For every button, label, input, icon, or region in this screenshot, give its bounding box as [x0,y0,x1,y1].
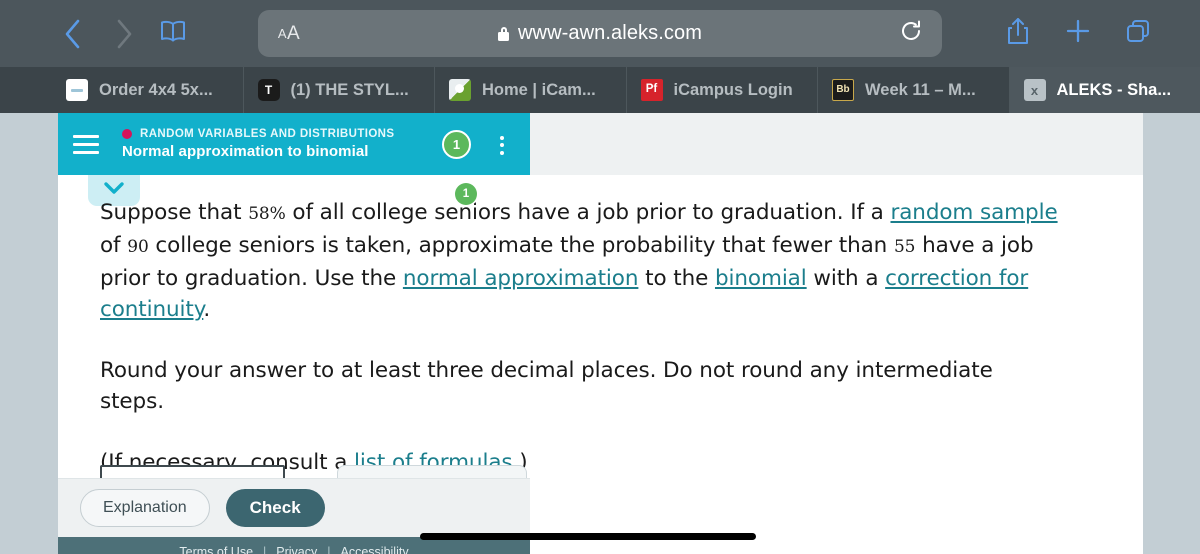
show-tabs-button[interactable] [1116,10,1160,57]
q1-part-d: college seniors is taken, approximate th… [148,233,894,258]
q1-part-b: of all college seniors have a job prior … [285,200,891,225]
progress-badge[interactable]: 1 [442,130,471,159]
tab-week-11[interactable]: Bb Week 11 – M... [818,67,1010,113]
explanation-button[interactable]: Explanation [80,489,210,527]
plus-icon [1065,18,1091,49]
tab-order-4x4[interactable]: Order 4x4 5x... [0,67,244,113]
q1-part-a: Suppose that [100,200,249,225]
browser-toolbar: AA www-awn.aleks.com [0,0,1200,67]
icampus-favicon [449,79,471,101]
reload-button[interactable] [880,10,942,57]
chevron-left-icon [64,19,81,49]
tab-label: (1) THE STYL... [290,80,409,99]
header-filler [530,113,1143,175]
terms-of-use-link[interactable]: Terms of Use [179,545,253,554]
screen: AA www-awn.aleks.com Order 4x4 5x... T (… [0,0,1200,554]
lesson-title: Normal approximation to binomial [122,143,369,160]
tab-label: Home | iCam... [482,80,596,99]
tab-bar: Order 4x4 5x... T (1) THE STYL... Home |… [0,67,1200,113]
navigation-icons [0,12,196,56]
lock-icon [498,26,510,41]
question-step-badge[interactable]: 1 [455,183,477,205]
tab-label: Order 4x4 5x... [99,80,213,99]
share-button[interactable] [996,10,1040,57]
url-display[interactable]: www-awn.aleks.com [320,22,880,45]
question-body: 1 Suppose that 58% of all college senior… [100,183,1060,478]
tab-the-styl[interactable]: T (1) THE STYL... [244,67,435,113]
link-random-sample[interactable]: random sample [890,200,1057,225]
tabs-icon [1125,18,1151,49]
tumblr-favicon: T [257,79,280,101]
tab-label: iCampus Login [673,80,793,99]
tab-aleks[interactable]: x ALEKS - Sha... [1009,67,1200,113]
link-normal-approximation[interactable]: normal approximation [403,266,639,291]
check-button[interactable]: Check [225,489,325,527]
order-favicon [66,79,88,101]
tab-icampus-login[interactable]: Pf iCampus Login [627,67,818,113]
blackboard-favicon: Bb [832,79,854,101]
home-indicator [420,533,756,540]
pf-favicon: Pf [640,79,663,101]
forward-button[interactable] [98,12,150,56]
footer-separator-1: | [263,545,267,554]
q1-part-c: of [100,233,128,258]
q1-part-f: to the [638,266,715,291]
tab-label: ALEKS - Sha... [1056,80,1172,99]
kebab-menu-icon[interactable] [491,132,513,158]
question-paragraph-1: Suppose that 58% of all college seniors … [100,197,1060,325]
privacy-link[interactable]: Privacy [276,545,317,554]
q1-part-h: . [203,297,211,322]
topic-row: RANDOM VARIABLES AND DISTRIBUTIONS [122,128,394,140]
link-binomial[interactable]: binomial [715,266,807,291]
topic-label: RANDOM VARIABLES AND DISTRIBUTIONS [140,128,395,140]
text-size-large-label: A [286,22,301,44]
topic-dot-icon [122,129,132,139]
header-text-group: RANDOM VARIABLES AND DISTRIBUTIONS Norma… [114,128,394,160]
book-icon [160,19,186,48]
tab-label: Week 11 – M... [865,80,976,99]
text-size-small-label: A [277,26,287,41]
text-size-button[interactable]: AA [258,10,320,57]
accessibility-link[interactable]: Accessibility [341,545,409,554]
share-icon [1006,17,1030,50]
q1-threshold: 55 [893,237,916,257]
reload-icon [899,19,923,48]
q1-sample-size: 90 [127,237,149,257]
hamburger-icon[interactable] [58,113,114,175]
chevron-right-icon [116,19,133,49]
tab-home-icampus[interactable]: Home | iCam... [435,67,627,113]
back-button[interactable] [46,12,98,56]
footer-separator-2: | [327,545,331,554]
aleks-header: RANDOM VARIABLES AND DISTRIBUTIONS Norma… [58,113,530,175]
action-bar: Explanation Check [58,478,530,537]
q1-part-g: with a [806,266,886,291]
q1-percent: 58% [248,204,286,224]
question-paragraph-2: Round your answer to at least three deci… [100,358,993,414]
new-tab-button[interactable] [1056,10,1100,57]
address-bar[interactable]: AA www-awn.aleks.com [258,10,942,57]
aleks-favicon: x [1023,79,1046,101]
aleks-page: RANDOM VARIABLES AND DISTRIBUTIONS Norma… [58,113,1143,554]
toolbar-right-icons [996,10,1160,57]
reader-view-button[interactable] [150,12,196,56]
url-text: www-awn.aleks.com [518,22,702,44]
